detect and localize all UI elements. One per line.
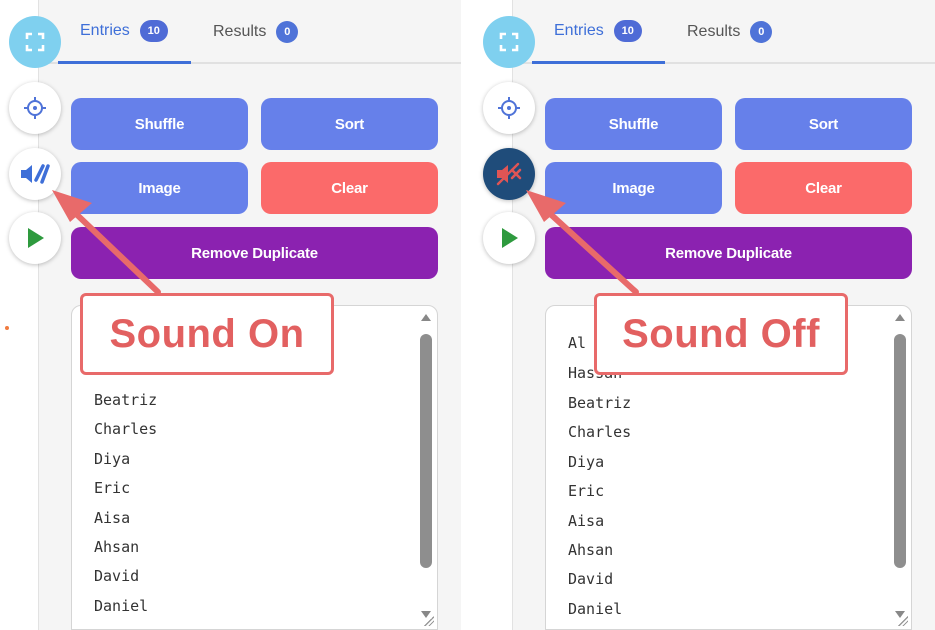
scroll-up-arrow-icon[interactable] xyxy=(895,314,905,321)
play-button[interactable] xyxy=(483,212,535,264)
sound-on-callout: Sound On xyxy=(80,293,334,375)
tab-bar: Entries 10 Results 0 xyxy=(39,0,461,64)
list-item: Eric xyxy=(94,479,131,497)
crosshair-icon xyxy=(498,97,520,119)
remove-duplicate-button[interactable]: Remove Duplicate xyxy=(71,227,438,279)
list-item: Ahsan xyxy=(568,541,614,559)
list-item: Daniel xyxy=(94,597,149,615)
remove-duplicate-button[interactable]: Remove Duplicate xyxy=(545,227,912,279)
list-item: Charles xyxy=(94,420,158,438)
fullscreen-button[interactable] xyxy=(483,16,535,68)
list-item: Charles xyxy=(568,423,632,441)
play-icon xyxy=(502,228,518,248)
scrollbar-thumb[interactable] xyxy=(894,334,906,568)
target-button[interactable] xyxy=(483,82,535,134)
clear-button[interactable]: Clear xyxy=(261,162,438,214)
fullscreen-icon xyxy=(25,32,45,52)
speaker-muted-icon xyxy=(496,162,522,186)
sort-button[interactable]: Sort xyxy=(261,98,438,150)
crosshair-icon xyxy=(24,97,46,119)
list-item: Aisa xyxy=(568,512,605,530)
tab-entries[interactable]: Entries 10 xyxy=(58,0,191,64)
shuffle-button[interactable]: Shuffle xyxy=(71,98,248,150)
resize-handle-icon[interactable] xyxy=(424,616,434,626)
tab-results-label: Results xyxy=(213,23,267,40)
play-button[interactable] xyxy=(9,212,61,264)
list-item: Aisa xyxy=(94,509,131,527)
tab-results[interactable]: Results 0 xyxy=(191,0,321,64)
fullscreen-button[interactable] xyxy=(9,16,61,68)
list-item: Beatriz xyxy=(94,391,158,409)
scrollbar[interactable] xyxy=(893,314,907,618)
shuffle-button[interactable]: Shuffle xyxy=(545,98,722,150)
list-item: David xyxy=(568,570,614,588)
play-icon xyxy=(28,228,44,248)
scroll-up-arrow-icon[interactable] xyxy=(421,314,431,321)
sound-toggle-button[interactable] xyxy=(9,148,61,200)
fullscreen-icon xyxy=(499,32,519,52)
tab-results[interactable]: Results 0 xyxy=(665,0,795,64)
resize-handle-icon[interactable] xyxy=(898,616,908,626)
tab-entries[interactable]: Entries 10 xyxy=(532,0,665,64)
image-button[interactable]: Image xyxy=(71,162,248,214)
list-item: Eric xyxy=(568,482,605,500)
tab-results-label: Results xyxy=(687,23,741,40)
tab-bar: Entries 10 Results 0 xyxy=(513,0,935,64)
clear-button[interactable]: Clear xyxy=(735,162,912,214)
scrollbar[interactable] xyxy=(419,314,433,618)
image-button[interactable]: Image xyxy=(545,162,722,214)
scrollbar-thumb[interactable] xyxy=(420,334,432,568)
speaker-on-icon xyxy=(21,164,50,184)
entries-count-badge: 10 xyxy=(139,19,168,42)
list-item: Diya xyxy=(568,453,605,471)
tab-entries-label: Entries xyxy=(554,21,604,39)
left-screenshot: Entries 10 Results 0 Shuffle Sort Image … xyxy=(0,0,461,630)
list-item: Al xyxy=(568,334,587,352)
right-screenshot: Entries 10 Results 0 Shuffle Sort Image … xyxy=(474,0,935,630)
list-item: Diya xyxy=(94,450,131,468)
list-item: Ahsan xyxy=(94,538,140,556)
results-count-badge: 0 xyxy=(276,21,299,43)
list-item: Daniel xyxy=(568,600,623,618)
results-count-badge: 0 xyxy=(750,21,773,43)
sound-toggle-button[interactable] xyxy=(483,148,535,200)
tab-entries-label: Entries xyxy=(80,21,130,39)
list-item: Beatriz xyxy=(568,394,632,412)
target-button[interactable] xyxy=(9,82,61,134)
list-item: David xyxy=(94,567,140,585)
sound-off-callout: Sound Off xyxy=(594,293,848,375)
sort-button[interactable]: Sort xyxy=(735,98,912,150)
marker-dot xyxy=(5,326,9,330)
entries-count-badge: 10 xyxy=(613,19,642,42)
